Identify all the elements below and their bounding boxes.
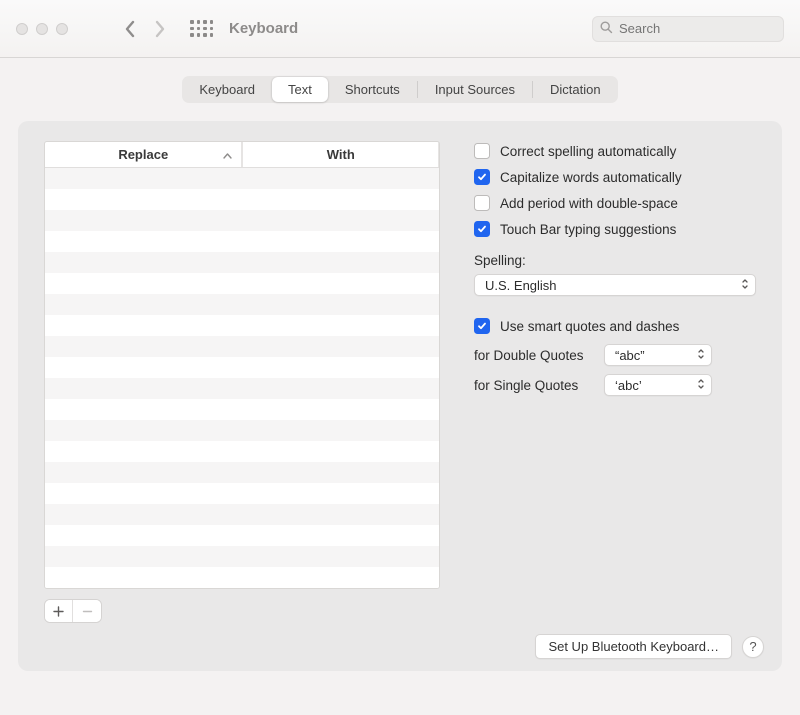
table-row[interactable]	[45, 420, 439, 441]
table-row[interactable]	[45, 441, 439, 462]
spelling-label: Spelling:	[474, 253, 764, 268]
table-row[interactable]	[45, 504, 439, 525]
table-row[interactable]	[45, 231, 439, 252]
tab-text[interactable]: Text	[272, 77, 328, 102]
table-row[interactable]	[45, 294, 439, 315]
remove-button[interactable]	[73, 600, 101, 622]
tab-bar: Keyboard Text Shortcuts Input Sources Di…	[18, 76, 782, 103]
checkbox[interactable]	[474, 221, 490, 237]
spelling-value: U.S. English	[485, 278, 557, 293]
table-row[interactable]	[45, 315, 439, 336]
single-quotes-label: for Single Quotes	[474, 378, 604, 393]
tab-shortcuts[interactable]: Shortcuts	[329, 77, 416, 102]
single-quotes-select[interactable]: ‘abc’	[604, 374, 712, 396]
table-row[interactable]	[45, 357, 439, 378]
table-row[interactable]	[45, 252, 439, 273]
text-replacement-table[interactable]: Replace With	[44, 141, 440, 589]
spelling-select[interactable]: U.S. English	[474, 274, 756, 296]
option-label: Capitalize words automatically	[500, 170, 682, 185]
help-button[interactable]: ?	[742, 636, 764, 658]
option-touch-bar[interactable]: Touch Bar typing suggestions	[474, 221, 764, 237]
add-remove-control	[44, 599, 102, 623]
checkbox[interactable]	[474, 195, 490, 211]
column-header-with-label: With	[327, 147, 355, 162]
select-arrow-icon	[741, 278, 749, 293]
double-quotes-row: for Double Quotes “abc”	[474, 344, 764, 366]
table-body[interactable]	[45, 168, 439, 588]
check-icon	[477, 172, 487, 182]
minimize-window-button[interactable]	[36, 23, 48, 35]
table-row[interactable]	[45, 399, 439, 420]
show-all-icon[interactable]	[190, 20, 213, 37]
double-quotes-value: “abc”	[615, 348, 645, 363]
window-title: Keyboard	[229, 20, 298, 37]
close-window-button[interactable]	[16, 23, 28, 35]
search-input[interactable]	[617, 20, 776, 37]
search-icon	[600, 21, 617, 37]
add-button[interactable]	[45, 600, 73, 622]
select-arrow-icon	[697, 348, 705, 363]
column-header-replace-label: Replace	[118, 147, 168, 162]
single-quotes-row: for Single Quotes ‘abc’	[474, 374, 764, 396]
table-row[interactable]	[45, 189, 439, 210]
single-quotes-value: ‘abc’	[615, 378, 642, 393]
tab-keyboard[interactable]: Keyboard	[183, 77, 271, 102]
table-row[interactable]	[45, 483, 439, 504]
table-row[interactable]	[45, 210, 439, 231]
option-label: Touch Bar typing suggestions	[500, 222, 676, 237]
back-icon[interactable]	[124, 20, 135, 38]
table-row[interactable]	[45, 378, 439, 399]
preferences-panel: Replace With	[18, 121, 782, 671]
checkbox[interactable]	[474, 169, 490, 185]
double-quotes-select[interactable]: “abc”	[604, 344, 712, 366]
minus-icon	[82, 606, 93, 617]
toolbar: Keyboard	[0, 0, 800, 58]
check-icon	[477, 224, 487, 234]
search-field[interactable]	[592, 16, 784, 42]
column-header-replace[interactable]: Replace	[45, 142, 243, 167]
table-row[interactable]	[45, 336, 439, 357]
checkbox[interactable]	[474, 318, 490, 334]
tab-input-sources[interactable]: Input Sources	[419, 77, 531, 102]
column-header-with[interactable]: With	[243, 142, 440, 167]
option-smart-quotes[interactable]: Use smart quotes and dashes	[474, 318, 764, 334]
select-arrow-icon	[697, 378, 705, 393]
table-row[interactable]	[45, 273, 439, 294]
panel-footer: Set Up Bluetooth Keyboard… ?	[44, 624, 764, 659]
table-row[interactable]	[45, 546, 439, 567]
nav-arrows	[124, 20, 166, 38]
zoom-window-button[interactable]	[56, 23, 68, 35]
option-label: Add period with double-space	[500, 196, 678, 211]
plus-icon	[53, 606, 64, 617]
bluetooth-keyboard-button[interactable]: Set Up Bluetooth Keyboard…	[535, 634, 732, 659]
option-correct-spelling[interactable]: Correct spelling automatically	[474, 143, 764, 159]
table-row[interactable]	[45, 567, 439, 588]
check-icon	[477, 321, 487, 331]
table-row[interactable]	[45, 525, 439, 546]
option-capitalize[interactable]: Capitalize words automatically	[474, 169, 764, 185]
tab-dictation[interactable]: Dictation	[534, 77, 617, 102]
option-label: Use smart quotes and dashes	[500, 319, 679, 334]
double-quotes-label: for Double Quotes	[474, 348, 604, 363]
checkbox[interactable]	[474, 143, 490, 159]
table-row[interactable]	[45, 462, 439, 483]
option-period-double-space[interactable]: Add period with double-space	[474, 195, 764, 211]
forward-icon[interactable]	[155, 20, 166, 38]
option-label: Correct spelling automatically	[500, 144, 676, 159]
window-controls	[16, 23, 68, 35]
table-row[interactable]	[45, 168, 439, 189]
